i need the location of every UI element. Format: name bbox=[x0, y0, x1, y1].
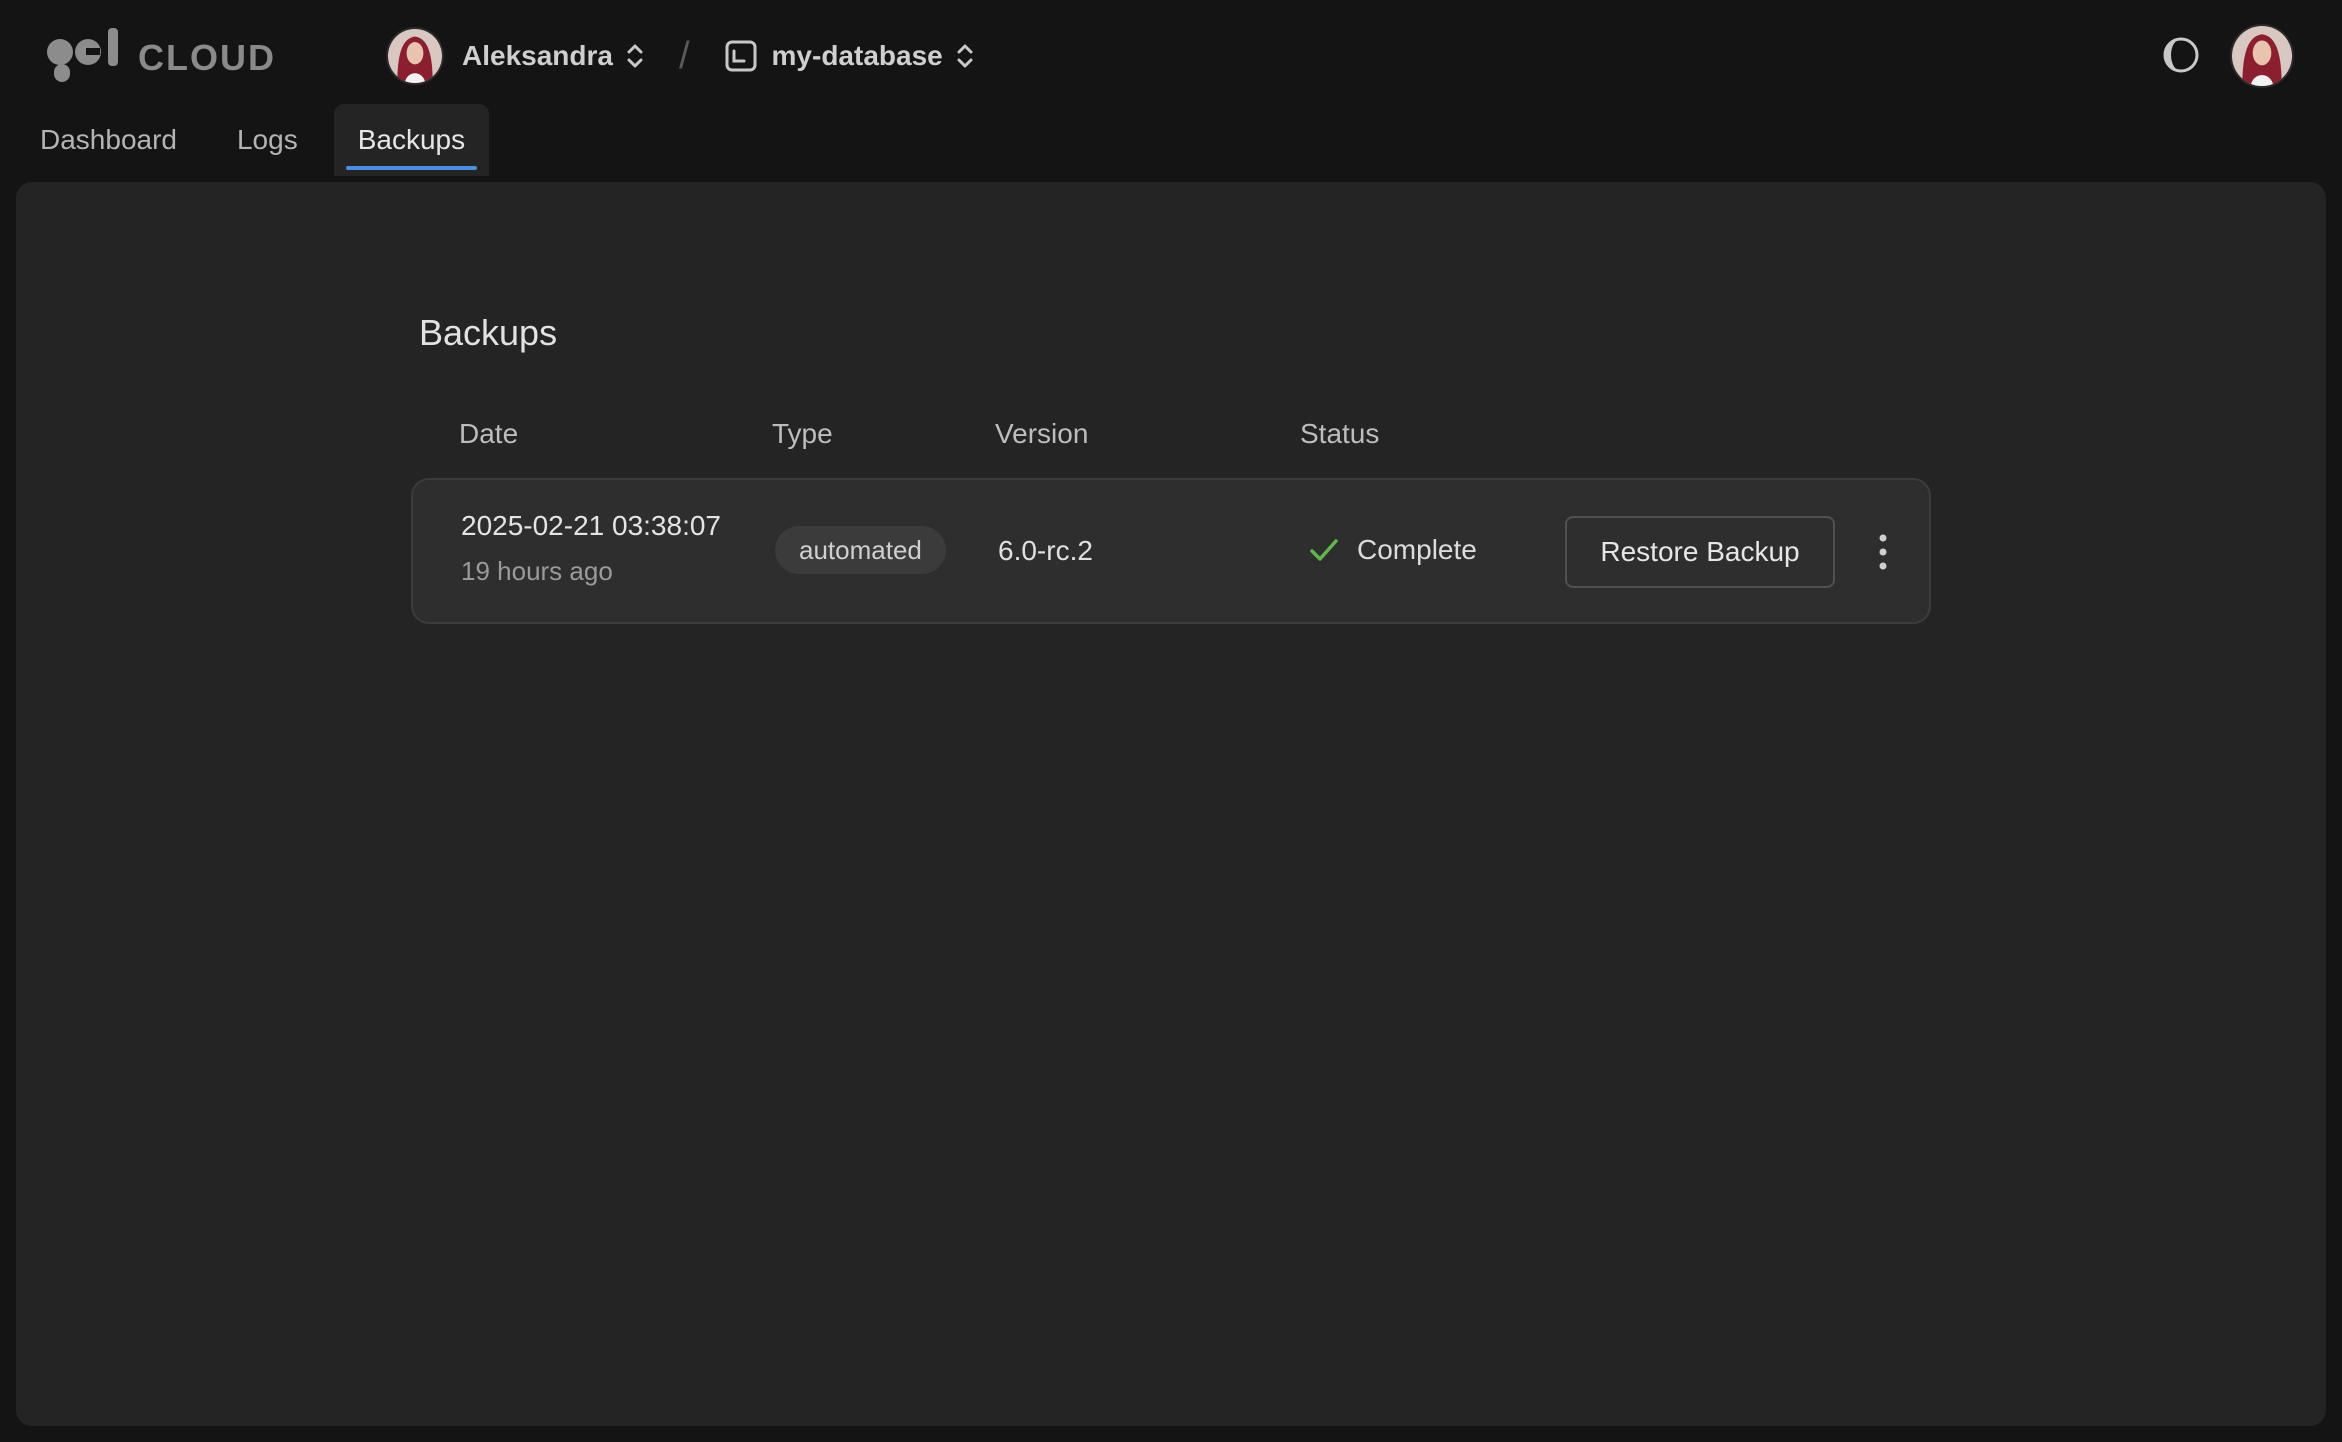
main-panel: Backups Date Type Version Status 2025-02… bbox=[16, 182, 2326, 1426]
backup-status: Complete bbox=[1309, 534, 1477, 566]
backup-type-badge: automated bbox=[775, 526, 946, 574]
database-icon bbox=[725, 40, 757, 72]
check-icon bbox=[1310, 539, 1338, 561]
page-title: Backups bbox=[419, 312, 558, 353]
row-menu-button[interactable] bbox=[1863, 526, 1903, 578]
table-header: Date Type Version Status bbox=[419, 418, 1939, 458]
backup-date: 2025-02-21 03:38:07 bbox=[461, 510, 721, 541]
backup-row: 2025-02-21 03:38:07 19 hours ago automat… bbox=[411, 478, 1931, 624]
breadcrumb: Aleksandra / my-database bbox=[386, 24, 975, 88]
chevron-up-down-icon bbox=[957, 44, 973, 68]
tab-backups[interactable]: Backups bbox=[333, 104, 490, 176]
user-avatar[interactable] bbox=[2230, 24, 2294, 88]
breadcrumb-separator: / bbox=[678, 34, 690, 77]
column-header-status: Status bbox=[1300, 418, 1380, 449]
top-bar: CLOUD Aleksandra / my-database bbox=[0, 0, 2342, 108]
database-switcher[interactable]: my-database bbox=[724, 39, 975, 73]
half-moon-icon bbox=[2163, 37, 2199, 73]
backup-status-label: Complete bbox=[1357, 534, 1477, 565]
nav-tabs: Dashboard Logs Backups bbox=[16, 104, 501, 176]
column-header-date: Date bbox=[459, 418, 519, 449]
column-header-type: Type bbox=[772, 418, 833, 449]
restore-backup-button[interactable]: Restore Backup bbox=[1565, 516, 1835, 588]
theme-toggle-button[interactable] bbox=[2162, 36, 2200, 74]
more-vertical-icon bbox=[1879, 534, 1887, 570]
backup-version: 6.0-rc.2 bbox=[998, 535, 1093, 566]
tab-dashboard[interactable]: Dashboard bbox=[16, 104, 201, 176]
chevron-up-down-icon bbox=[627, 44, 643, 68]
backup-date-cell: 2025-02-21 03:38:07 19 hours ago bbox=[461, 510, 721, 587]
database-name: my-database bbox=[771, 40, 943, 71]
org-name: Aleksandra bbox=[462, 40, 613, 71]
tab-logs[interactable]: Logs bbox=[213, 104, 322, 176]
org-switcher[interactable]: Aleksandra bbox=[386, 27, 645, 85]
column-header-version: Version bbox=[995, 418, 1089, 449]
logo-mark-icon bbox=[47, 28, 118, 82]
org-avatar bbox=[386, 27, 444, 85]
backup-relative-time: 19 hours ago bbox=[461, 556, 613, 586]
brand-text: CLOUD bbox=[138, 37, 276, 78]
logo[interactable]: CLOUD bbox=[46, 26, 276, 90]
